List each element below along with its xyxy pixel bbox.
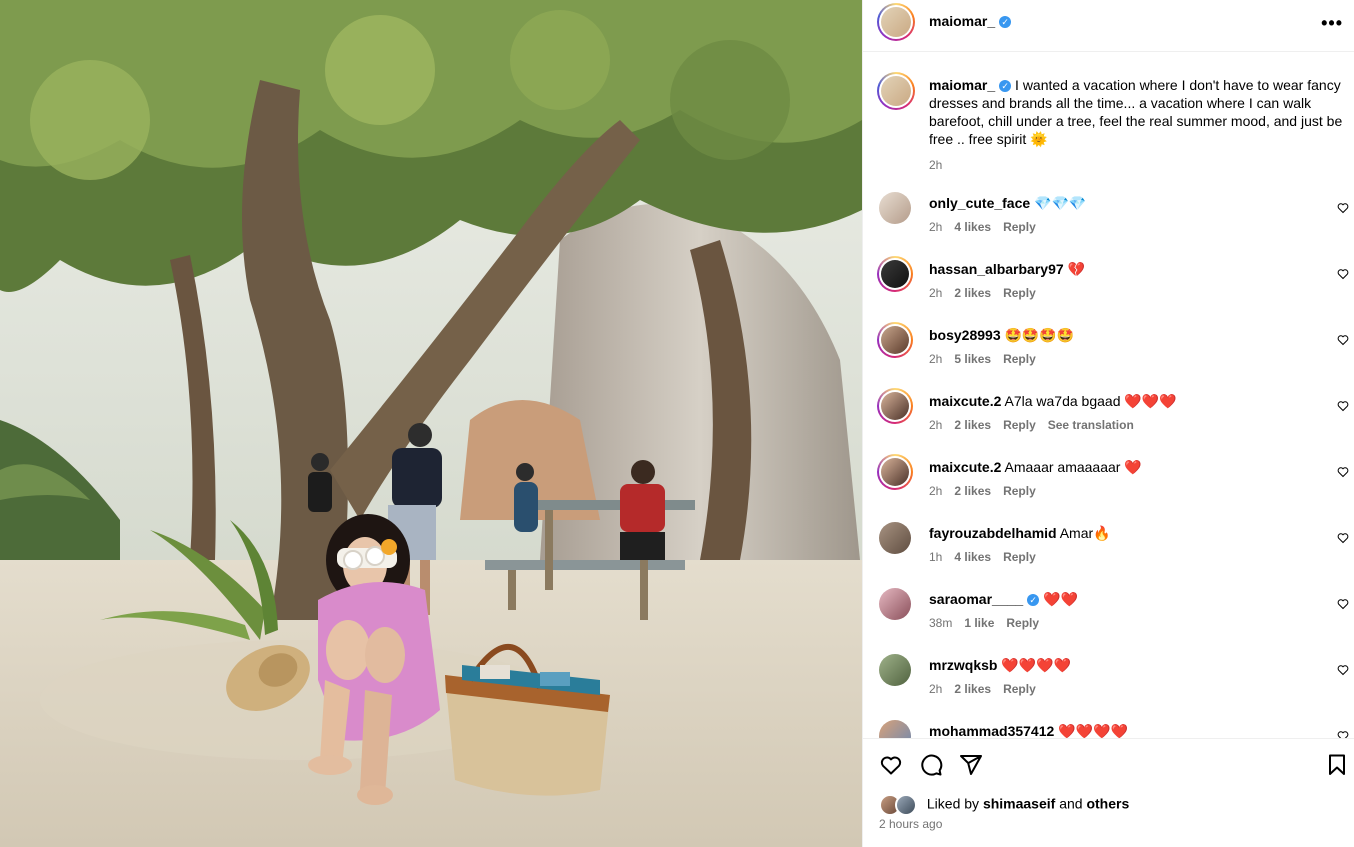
comment-likes[interactable]: 2 likes [954,484,991,498]
like-comment-heart-icon[interactable] [1337,730,1349,738]
commenter-avatar[interactable] [879,192,911,224]
comment-text: ❤️❤️ [1043,591,1078,607]
commenter-avatar[interactable] [879,588,911,620]
more-options-icon[interactable]: ••• [1321,13,1343,34]
comment-username[interactable]: maixcute.2 [929,393,1001,409]
verified-badge-icon: ✓ [1027,594,1040,607]
caption-time: 2h [929,158,943,172]
reply-button[interactable]: Reply [1003,550,1036,564]
share-icon[interactable] [959,753,983,777]
comment-text: A7la wa7da bgaad ❤️❤️❤️ [1004,393,1177,409]
comment-username[interactable]: only_cute_face [929,195,1030,211]
caption-avatar[interactable] [877,72,915,110]
comment-likes[interactable]: 2 likes [954,418,991,432]
post-header: maiomar_ ✓ ••• [863,0,1354,52]
comment-time: 2h [929,484,943,498]
like-comment-heart-icon[interactable] [1337,400,1349,412]
post-caption: maiomar_ ✓ I wanted a vacation where I do… [929,76,1347,174]
post-actions: Liked by shimaaseif and others 2 hours a… [863,738,1354,847]
comment-item: fayrouzabdelhamid Amar🔥 1h 4 likes Reply [863,522,1354,582]
commenter-avatar[interactable] [877,256,913,292]
reply-button[interactable]: Reply [1003,352,1036,366]
commenter-avatar[interactable] [879,654,911,686]
like-comment-heart-icon[interactable] [1337,466,1349,478]
comment-text: 🤩🤩🤩🤩 [1004,327,1075,343]
comment-username[interactable]: hassan_albarbary97 [929,261,1064,277]
comment-time: 2h [929,220,943,234]
reply-button[interactable]: Reply [1003,418,1036,432]
like-comment-heart-icon[interactable] [1337,268,1349,280]
comment-likes[interactable]: 2 likes [954,286,991,300]
comment-item: saraomar____ ✓ ❤️❤️ 38m 1 like Reply [863,588,1354,648]
likes-summary: Liked by shimaaseif and others [879,794,1129,816]
heart-icon[interactable] [879,753,903,777]
author-avatar[interactable] [877,3,915,41]
liked-by-user[interactable]: shimaaseif [983,796,1055,812]
comment-time: 2h [929,286,943,300]
comment-time: 1h [929,550,943,564]
liked-by-others[interactable]: others [1086,796,1129,812]
reply-button[interactable]: Reply [1003,682,1036,696]
author-username[interactable]: maiomar_ [929,13,995,29]
comment-text: ❤️❤️❤️❤️ [1058,723,1128,738]
comment-icon[interactable] [919,753,943,777]
comment-item: maixcute.2 A7la wa7da bgaad ❤️❤️❤️ 2h 2 l… [863,388,1354,450]
comment-username[interactable]: bosy28993 [929,327,1001,343]
commenter-avatar[interactable] [877,388,913,424]
comment-username[interactable]: mohammad357412 [929,723,1054,738]
like-comment-heart-icon[interactable] [1337,664,1349,676]
liked-by-conjunction: and [1059,795,1083,812]
comment-item: bosy28993 🤩🤩🤩🤩 2h 5 likes Reply [863,322,1354,384]
comment-time: 2h [929,352,943,366]
like-comment-heart-icon[interactable] [1337,334,1349,346]
comment-text: Amaaar amaaaaar ❤️ [1004,459,1142,475]
reply-button[interactable]: Reply [1003,220,1036,234]
comment-time: 2h [929,418,943,432]
liker-avatar [895,794,917,816]
comment-username[interactable]: mrzwqksb [929,657,997,673]
bookmark-icon[interactable] [1325,753,1349,777]
comment-text: 💔 [1067,261,1085,277]
comment-username[interactable]: saraomar____ [929,591,1023,607]
comment-likes[interactable]: 2 likes [954,682,991,696]
comment-time: 2h [929,682,943,696]
comments-scroll-area[interactable]: maiomar_ ✓ I wanted a vacation where I do… [863,52,1354,738]
see-translation-button[interactable]: See translation [1048,418,1134,432]
reply-button[interactable]: Reply [1003,286,1036,300]
commenter-avatar[interactable] [879,720,911,738]
comment-likes[interactable]: 4 likes [954,220,991,234]
beach-photo-illustration [0,0,862,847]
liked-by-prefix: Liked by [926,795,980,812]
comment-text: ❤️❤️❤️❤️ [1001,657,1072,673]
comment-item: mohammad357412 ❤️❤️❤️❤️ [863,720,1354,738]
comment-item: only_cute_face 💎💎💎 2h 4 likes Reply [863,192,1354,252]
comment-likes[interactable]: 4 likes [954,550,991,564]
caption-username[interactable]: maiomar_ [929,77,995,93]
like-comment-heart-icon[interactable] [1337,532,1349,544]
comment-likes[interactable]: 5 likes [954,352,991,366]
comment-item: maixcute.2 Amaaar amaaaaar ❤️ 2h 2 likes R… [863,454,1354,516]
like-comment-heart-icon[interactable] [1337,202,1349,214]
post-timestamp[interactable]: 2 hours ago [879,817,942,831]
reply-button[interactable]: Reply [1003,484,1036,498]
comment-username[interactable]: fayrouzabdelhamid [929,525,1057,541]
comment-item: hassan_albarbary97 💔 2h 2 likes Reply [863,256,1354,318]
comment-likes[interactable]: 1 like [964,616,994,630]
post-photo[interactable] [0,0,862,847]
verified-badge-icon: ✓ [999,80,1012,93]
comment-text: 💎💎💎 [1034,195,1087,211]
comment-time: 38m [929,616,953,630]
verified-badge-icon: ✓ [999,15,1012,28]
comment-text: Amar🔥 [1059,525,1111,541]
commenter-avatar[interactable] [879,522,911,554]
commenter-avatar[interactable] [877,454,913,490]
comment-item: mrzwqksb ❤️❤️❤️❤️ 2h 2 likes Reply [863,654,1354,714]
reply-button[interactable]: Reply [1006,616,1039,630]
like-comment-heart-icon[interactable] [1337,598,1349,610]
post-side-panel: maiomar_ ✓ ••• maiomar_ ✓ I wanted a vacat… [862,0,1354,847]
comment-username[interactable]: maixcute.2 [929,459,1001,475]
commenter-avatar[interactable] [877,322,913,358]
